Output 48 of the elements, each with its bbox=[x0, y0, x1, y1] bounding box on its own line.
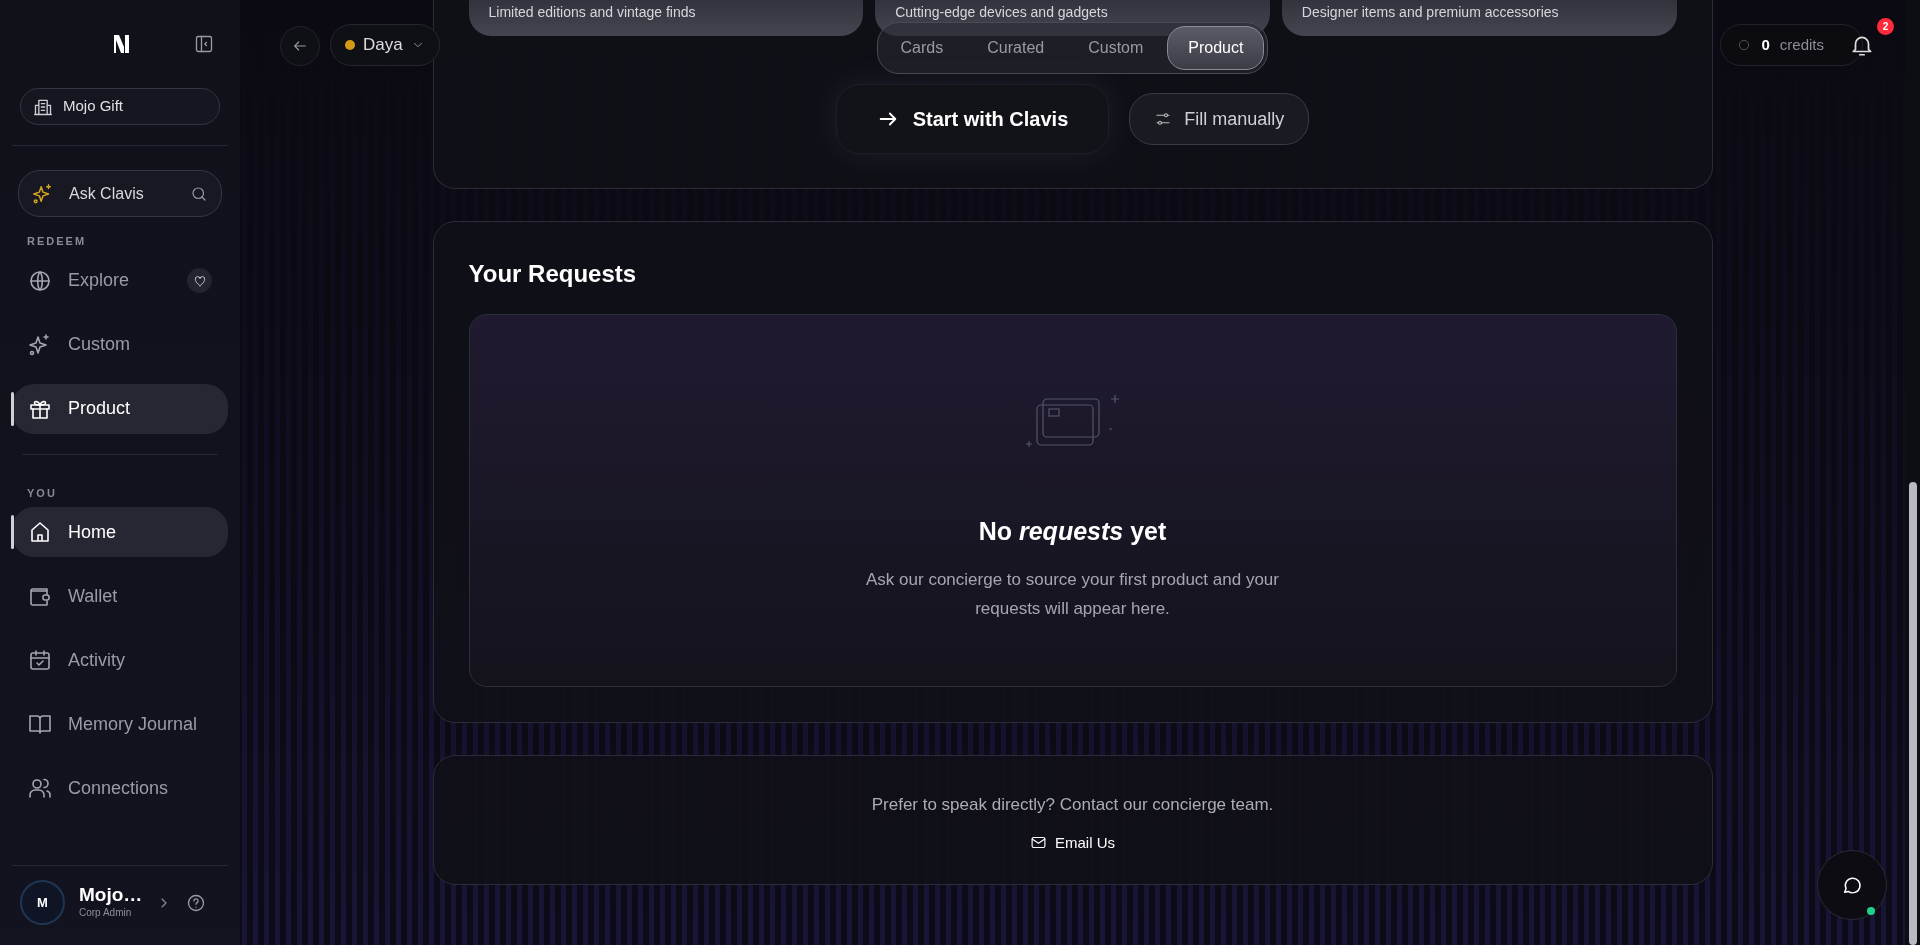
user-name: Mojo… bbox=[79, 884, 143, 906]
contact-text: Prefer to speak directly? Contact our concierge team. bbox=[871, 794, 1274, 816]
sparkle-icon bbox=[28, 332, 52, 357]
section-title: Your Requests bbox=[468, 259, 638, 289]
globe-icon bbox=[28, 268, 52, 293]
account-switcher[interactable]: Daya bbox=[330, 24, 440, 66]
book-icon bbox=[28, 712, 52, 736]
nav-item[interactable]: Memory Journal bbox=[12, 699, 228, 749]
fill-manually-button[interactable]: Fill manually bbox=[1129, 93, 1310, 145]
collapse-sidebar-icon bbox=[194, 34, 214, 54]
calendar-icon bbox=[28, 648, 52, 672]
coin-icon bbox=[1737, 38, 1752, 52]
user-role: Corp Admin bbox=[79, 906, 133, 921]
start-button[interactable]: Start with Clavis bbox=[835, 84, 1110, 154]
section-label: REDEEM bbox=[27, 234, 88, 249]
ask-search-field[interactable]: Ask Clavis bbox=[18, 170, 222, 217]
category-card[interactable]: Designer items and premium accessories bbox=[1281, 0, 1677, 36]
back-button[interactable] bbox=[280, 26, 320, 66]
nav-item[interactable]: Wallet bbox=[12, 571, 228, 621]
help-icon bbox=[186, 892, 207, 913]
sliders-icon bbox=[1154, 110, 1173, 128]
credits-value: 0 bbox=[1761, 34, 1770, 55]
nav-item[interactable]: Explore bbox=[12, 255, 228, 306]
empty-state-text: Ask our concierge to source your first product and your requests will appear here. bbox=[865, 568, 1280, 621]
status-dot bbox=[345, 40, 355, 50]
nav-item[interactable]: Connections bbox=[12, 763, 228, 813]
people-icon bbox=[28, 776, 52, 800]
workspace-button[interactable]: Mojo Gift bbox=[20, 88, 220, 125]
tab[interactable]: Product bbox=[1167, 26, 1265, 70]
arrow-left-icon bbox=[292, 38, 308, 54]
email-link[interactable]: Email Us bbox=[1030, 831, 1115, 854]
category-card[interactable]: Cutting-edge devices and gadgets bbox=[875, 0, 1270, 36]
nav-item[interactable]: Home bbox=[12, 507, 228, 557]
nav-item[interactable]: Custom bbox=[12, 319, 228, 370]
category-card[interactable]: Limited editions and vintage finds bbox=[468, 0, 864, 36]
section-label: YOU bbox=[27, 485, 58, 501]
chat-bubble-icon bbox=[1841, 874, 1863, 896]
user-avatar: M bbox=[20, 880, 65, 925]
home-icon bbox=[28, 520, 52, 544]
credits-label: credits bbox=[1779, 34, 1824, 55]
nav-item[interactable]: Product bbox=[12, 383, 228, 434]
empty-state-title: No requests yet bbox=[978, 516, 1167, 547]
notification-badge: 2 bbox=[1877, 18, 1894, 35]
heart-icon bbox=[192, 273, 207, 288]
online-dot bbox=[1867, 907, 1875, 915]
nav-item[interactable]: Activity bbox=[12, 635, 228, 685]
favorite-button[interactable] bbox=[187, 268, 212, 293]
search-icon bbox=[190, 184, 208, 203]
